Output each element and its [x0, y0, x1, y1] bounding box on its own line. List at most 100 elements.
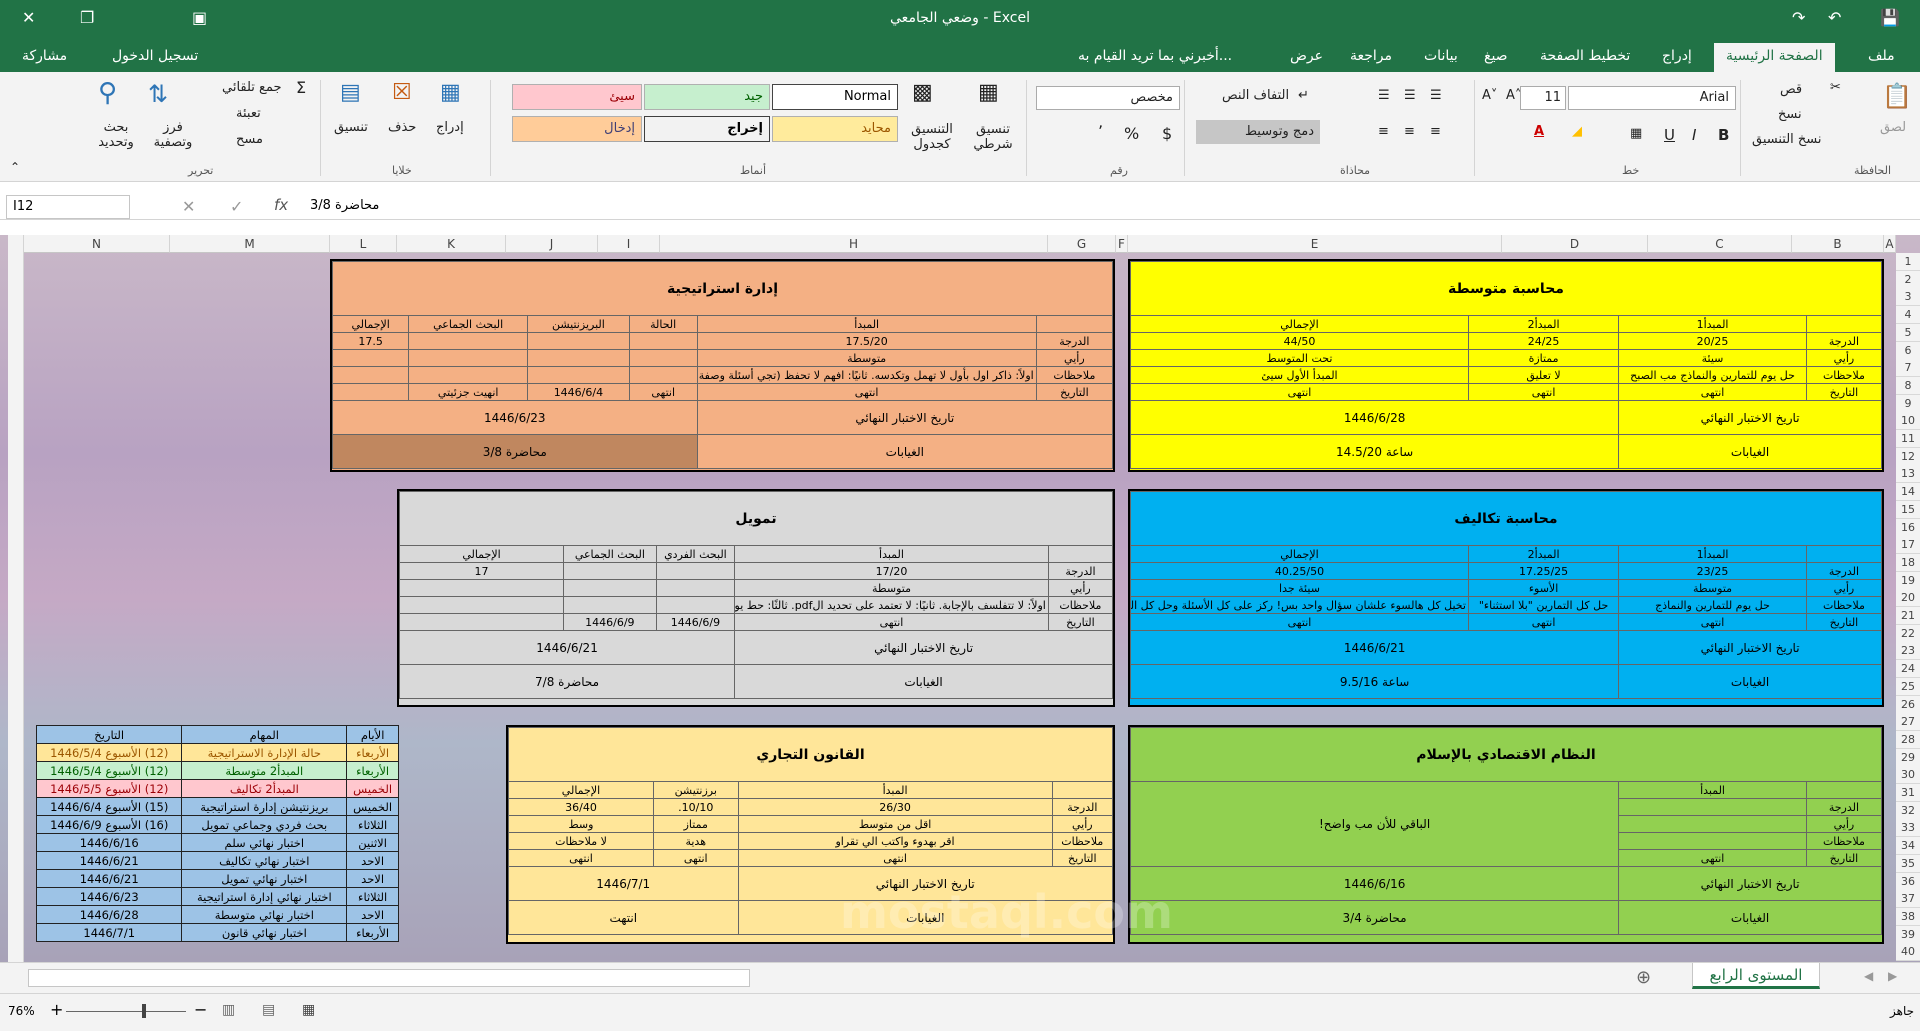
fill-button[interactable]: تعبئة — [236, 106, 261, 121]
cell[interactable]: محاضرة 3/8 — [332, 434, 698, 469]
cell[interactable] — [655, 562, 736, 580]
row-header[interactable]: 25 — [1896, 677, 1920, 696]
cell[interactable]: متوسطة — [734, 579, 1049, 597]
cell[interactable]: 1446/6/23 — [35, 887, 183, 906]
cell[interactable]: بريزنتيشن إدارة استراتيجية — [181, 797, 348, 816]
cell[interactable]: الاحد — [346, 869, 399, 888]
column-header[interactable]: K — [397, 235, 506, 253]
cell[interactable]: 17.5/20 — [696, 332, 1037, 350]
row-header[interactable]: 10 — [1896, 412, 1920, 431]
font-size-select[interactable]: 11 — [1520, 86, 1566, 110]
cell[interactable]: اختبار نهائي تمويل — [181, 869, 348, 888]
cell[interactable]: المبدأ2 متوسطة — [181, 761, 348, 780]
align-top-icon[interactable]: ☰ — [1430, 88, 1442, 103]
cell[interactable]: الإجمالي — [1130, 315, 1469, 333]
column-header[interactable]: H — [660, 235, 1048, 253]
cell[interactable]: الغيابات — [1618, 434, 1882, 469]
style-bad[interactable]: سيئ — [512, 84, 642, 110]
cell[interactable]: انتهى — [737, 849, 1053, 867]
style-good[interactable]: جيد — [644, 84, 770, 110]
row-header[interactable]: 11 — [1896, 430, 1920, 448]
cell[interactable]: انتهى — [696, 383, 1037, 401]
row-header[interactable]: 13 — [1896, 465, 1920, 484]
cell[interactable] — [628, 349, 698, 367]
cell[interactable]: الثلاثاء — [346, 887, 399, 906]
cell[interactable]: اولاً: ذاكر اول بأول لا تهمل وتكدسه. ثان… — [696, 366, 1037, 384]
cell[interactable]: تاريخ الاختبار النهائي — [1618, 630, 1882, 665]
page-layout-view-icon[interactable]: ▤ — [262, 1002, 275, 1018]
cell[interactable]: 1446/6/4 — [527, 383, 630, 401]
cell[interactable]: متوسطة — [696, 349, 1037, 367]
name-box[interactable]: I12 — [6, 195, 130, 219]
cell[interactable]: سيئة جدا — [1130, 579, 1469, 597]
cell[interactable]: محاسبة متوسطة — [1130, 261, 1882, 316]
clear-button[interactable]: مسح — [236, 132, 263, 147]
cell[interactable]: التاريخ — [1051, 849, 1114, 867]
find-select-button[interactable]: بحث وتحديد — [88, 120, 144, 150]
cell[interactable]: ساعة 14.5/20 — [1129, 434, 1620, 469]
cell[interactable]: الثلاثاء — [346, 815, 399, 834]
cell[interactable]: ممتاز — [652, 815, 739, 833]
cell[interactable]: انتهى — [1130, 383, 1469, 401]
cell[interactable]: التاريخ — [1047, 613, 1114, 631]
cell[interactable]: الدرجة — [1805, 562, 1883, 580]
cell[interactable]: تاريخ الاختبار النهائي — [1618, 866, 1882, 901]
tab-page-layout[interactable]: تخطيط الصفحة — [1540, 48, 1630, 64]
number-format-select[interactable]: مخصص — [1036, 86, 1180, 110]
row-header[interactable]: 16 — [1896, 518, 1920, 537]
cell[interactable]: الإجمالي — [398, 545, 565, 563]
cell[interactable]: انتهى — [1130, 613, 1469, 631]
cell[interactable] — [408, 332, 529, 350]
cell[interactable]: المبدأ — [734, 545, 1049, 563]
cell[interactable]: رأيي — [1051, 815, 1114, 833]
scroll-tabs-right-icon[interactable]: ▶ — [1888, 969, 1897, 983]
cell[interactable]: انتهى — [628, 383, 698, 401]
zoom-in-icon[interactable]: + — [50, 1000, 63, 1019]
cell[interactable] — [1805, 781, 1883, 799]
cell[interactable]: اختبار نهائي إدارة استراتيجية — [181, 887, 348, 906]
cell[interactable]: الاحد — [346, 905, 399, 924]
cell[interactable] — [1051, 781, 1114, 799]
cell[interactable]: المبدأ — [737, 781, 1053, 799]
underline-button[interactable]: U — [1664, 126, 1675, 144]
cell[interactable]: 44/50 — [1130, 332, 1469, 350]
cell[interactable]: البريزنتيشن — [527, 315, 630, 333]
cell[interactable]: البحث الجماعي — [563, 545, 657, 563]
cell[interactable]: 40.25/50 — [1130, 562, 1469, 580]
cell[interactable]: الأربعاء — [346, 761, 399, 780]
cell[interactable]: لا ملاحظات — [508, 832, 654, 850]
bold-button[interactable]: B — [1718, 126, 1729, 144]
cell[interactable]: محاسبة تكاليف — [1130, 491, 1882, 546]
font-color-icon[interactable]: A — [1534, 124, 1544, 139]
comma-button[interactable]: ٬ — [1098, 122, 1103, 141]
column-header[interactable]: E — [1128, 235, 1502, 253]
tell-me-box[interactable]: أخبرني بما تريد القيام به... — [1078, 48, 1232, 64]
cell[interactable]: الأسوء — [1467, 579, 1620, 597]
cell[interactable] — [527, 366, 630, 384]
row-header[interactable]: 19 — [1896, 571, 1920, 590]
cell[interactable]: تاريخ الاختبار النهائي — [734, 630, 1113, 665]
cell[interactable]: الغيابات — [1618, 900, 1882, 935]
column-header[interactable]: L — [330, 235, 397, 253]
row-header[interactable]: 36 — [1896, 872, 1920, 891]
close-icon[interactable]: ✕ — [22, 8, 35, 27]
column-header[interactable]: M — [170, 235, 330, 253]
column-header[interactable]: A — [1884, 235, 1896, 253]
row-header[interactable]: 37 — [1896, 890, 1920, 909]
cell[interactable]: (15) الأسبوع 1446/6/4 — [35, 797, 183, 816]
cell[interactable]: متوسطة — [1618, 579, 1807, 597]
cell[interactable]: ساعة 9.5/16 — [1129, 664, 1620, 699]
page-break-view-icon[interactable]: ▥ — [222, 1002, 235, 1018]
cell[interactable]: انتهى — [1467, 613, 1620, 631]
row-header[interactable]: 31 — [1896, 784, 1920, 802]
enter-icon[interactable]: ✓ — [230, 197, 243, 216]
cell[interactable]: (16) الأسبوع 1446/6/9 — [35, 815, 183, 834]
row-header[interactable]: 27 — [1896, 713, 1920, 732]
style-neutral[interactable]: محايد — [772, 116, 898, 142]
tab-review[interactable]: مراجعة — [1350, 48, 1392, 64]
column-header[interactable]: C — [1648, 235, 1792, 253]
column-header[interactable]: J — [506, 235, 598, 253]
cell[interactable]: هدية — [652, 832, 739, 850]
cell[interactable]: تمويل — [399, 491, 1113, 546]
worksheet[interactable]: ABCDEFGHIJKLMN 1 2 3 4 5 6 7 8 9 10 11 12 13 14 15 16 17… — [0, 235, 1920, 962]
